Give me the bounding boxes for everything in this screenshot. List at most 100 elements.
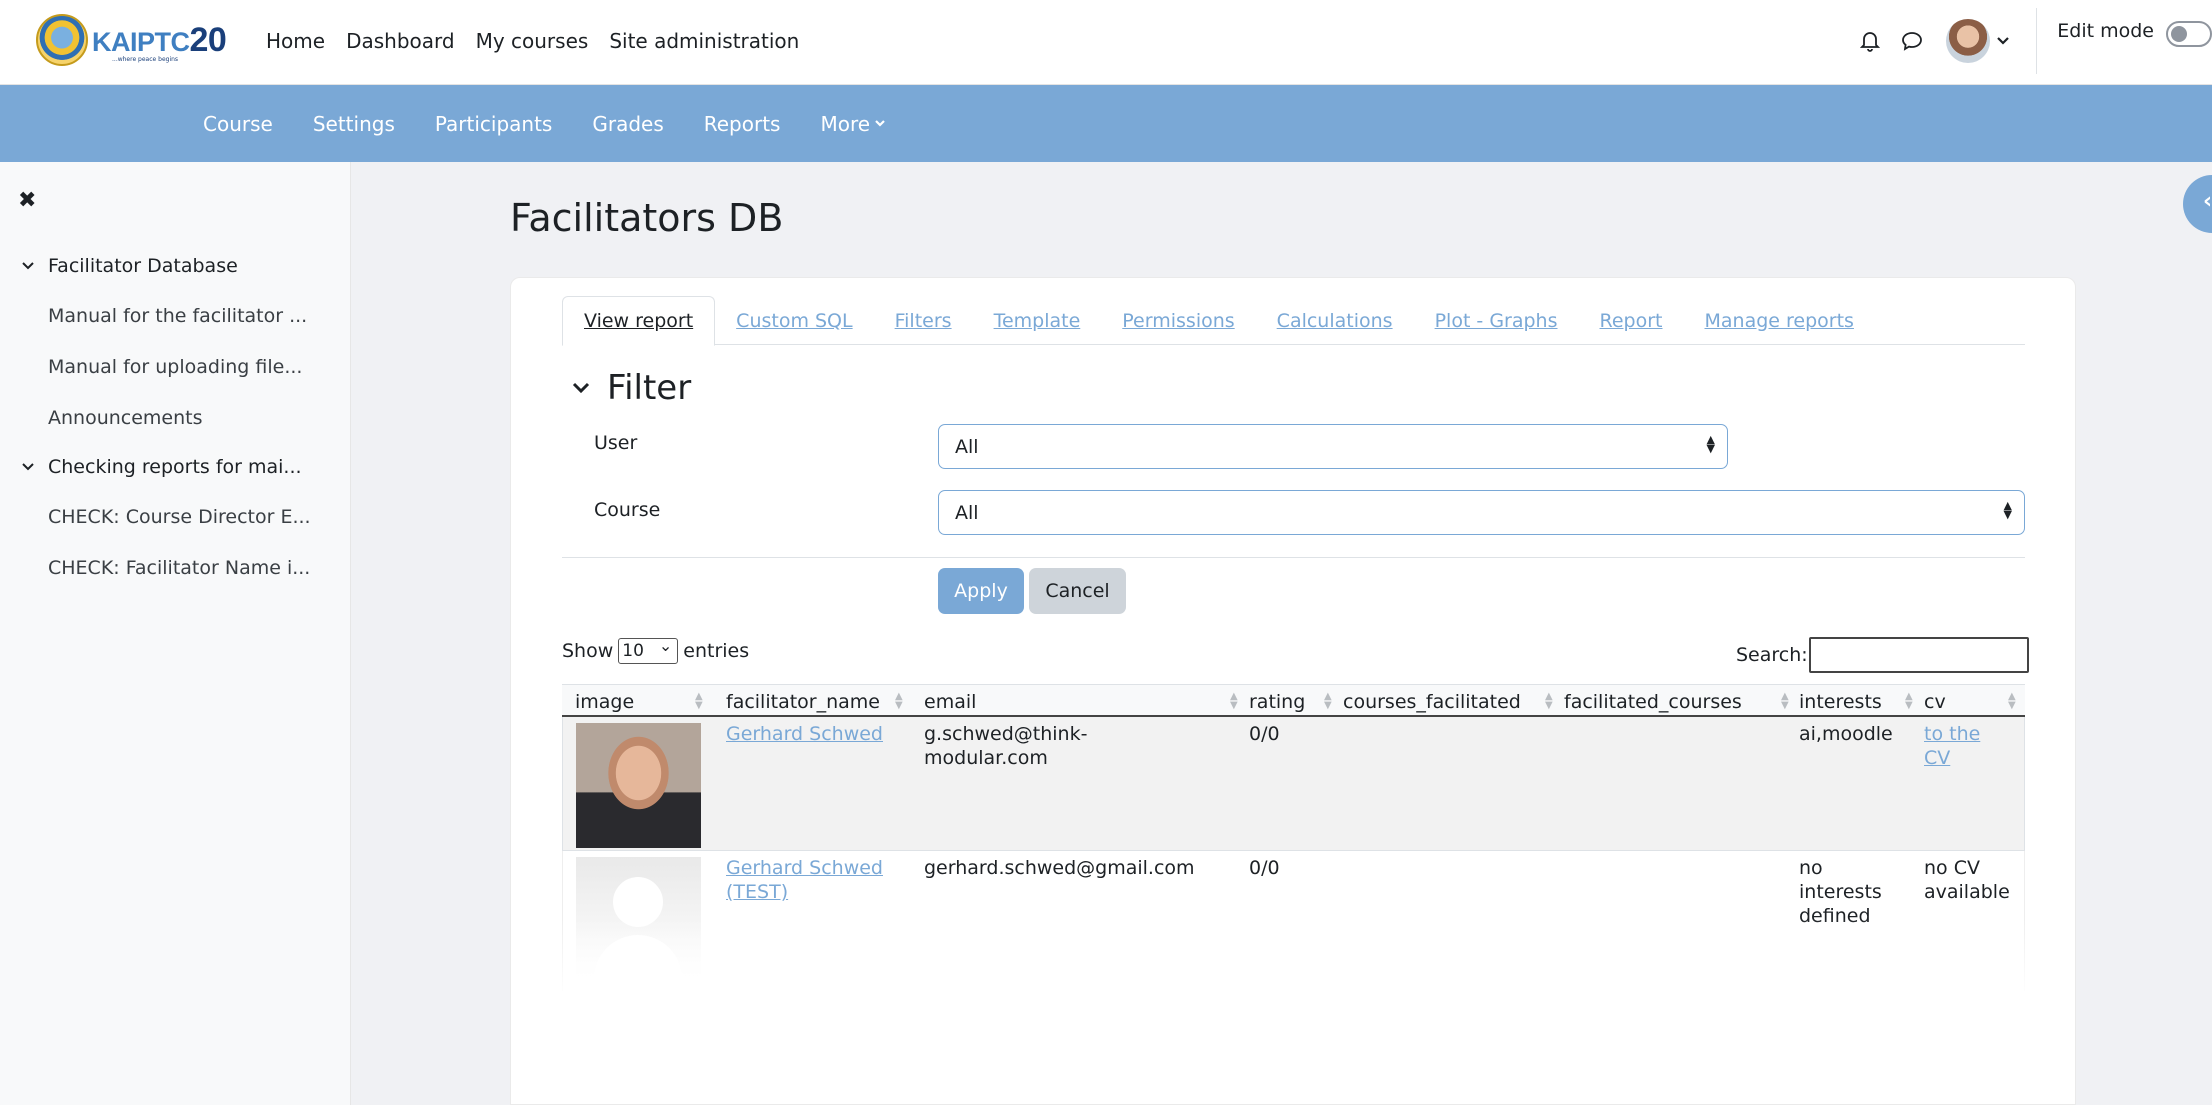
notifications-button[interactable] [1850, 21, 1890, 61]
chat-icon [1902, 32, 1923, 51]
section-facilitator-database[interactable]: Facilitator Database [0, 242, 351, 290]
cancel-button[interactable]: Cancel [1029, 568, 1126, 614]
facilitator-photo [576, 723, 701, 848]
cv-cell: no CV available [1924, 857, 2010, 903]
tab-view-report[interactable]: View report [562, 296, 716, 346]
page-size-control: Show 10 entries [562, 636, 750, 664]
nav-my-courses[interactable]: My courses [476, 29, 589, 53]
filter-divider [562, 557, 2025, 558]
section-title: Facilitator Database [48, 255, 238, 277]
drawer-item[interactable]: CHECK: Course Director E... [0, 491, 351, 542]
section-checking-reports[interactable]: Checking reports for mai... [0, 443, 351, 491]
column-header-image[interactable]: image [575, 685, 634, 718]
sort-icon: ▲ ▼ [2008, 691, 2016, 711]
filter-heading: Filter [607, 368, 692, 408]
tab-manage-reports[interactable]: Manage reports [1684, 296, 1875, 345]
sort-icon: ▲ ▼ [695, 691, 703, 711]
top-navbar: KAIPTC20 ...where peace begins Home Dash… [0, 0, 2212, 85]
chevron-down-icon [22, 463, 34, 471]
logo-tagline: ...where peace begins [112, 56, 179, 63]
column-header-cv[interactable]: cv [1924, 685, 1946, 718]
secnav-participants[interactable]: Participants [435, 112, 552, 136]
user-menu[interactable] [1946, 19, 2010, 63]
secnav-grades[interactable]: Grades [592, 112, 663, 136]
search-label: Search: [1736, 644, 1808, 666]
sort-arrows-icon: ▲ ▼ [1706, 433, 1715, 455]
page-title: Facilitators DB [510, 196, 784, 240]
column-header-facilitator-name[interactable]: facilitator_name [726, 685, 880, 718]
chevron-down-icon [1997, 37, 2010, 45]
avatar [1946, 19, 1991, 63]
section-title: Checking reports for mai... [48, 456, 302, 478]
messages-button[interactable] [1892, 21, 1932, 61]
sort-arrows-icon: ▲ ▼ [2003, 499, 2012, 521]
edit-mode-control: Edit mode [2037, 0, 2212, 82]
column-header-facilitated-courses[interactable]: facilitated_courses [1564, 685, 1742, 718]
sort-icon: ▲ ▼ [1230, 691, 1238, 711]
chevron-left-icon: ‹ [2203, 189, 2212, 214]
nav-dashboard[interactable]: Dashboard [346, 29, 455, 53]
tab-plot-graphs[interactable]: Plot - Graphs [1414, 296, 1579, 345]
secnav-reports[interactable]: Reports [704, 112, 781, 136]
tab-permissions[interactable]: Permissions [1101, 296, 1255, 345]
drawer-item[interactable]: Announcements [0, 392, 351, 443]
logo-wordmark: KAIPTC20 [92, 20, 227, 59]
column-header-email[interactable]: email [924, 685, 976, 718]
apply-button[interactable]: Apply [938, 568, 1024, 614]
edit-mode-label: Edit mode [2057, 20, 2154, 42]
table-search: Search: [1736, 637, 2029, 673]
interests-cell: ai,moodle [1799, 723, 1893, 745]
facilitator-name-link[interactable]: Gerhard Schwed (TEST) [726, 856, 883, 904]
chevron-down-icon [572, 382, 590, 394]
nav-home[interactable]: Home [266, 29, 325, 53]
primary-navigation: Home Dashboard My courses Site administr… [266, 0, 799, 82]
sort-icon: ▲ ▼ [1545, 691, 1553, 711]
tab-custom-sql[interactable]: Custom SQL [715, 296, 873, 345]
sort-icon: ▲ ▼ [1781, 691, 1789, 711]
cv-link[interactable]: to the CV [1924, 722, 1980, 770]
course-filter-select[interactable]: All ▲ ▼ [938, 490, 2025, 535]
tab-filters[interactable]: Filters [874, 296, 973, 345]
tab-report[interactable]: Report [1579, 296, 1684, 345]
bell-icon [1860, 32, 1881, 52]
secnav-more[interactable]: More [820, 112, 886, 136]
drawer-item[interactable]: Manual for uploading file... [0, 341, 351, 392]
secnav-settings[interactable]: Settings [313, 112, 395, 136]
column-header-interests[interactable]: interests [1799, 685, 1882, 718]
user-filter-label: User [594, 432, 638, 454]
facilitator-name-link[interactable]: Gerhard Schwed [726, 722, 883, 746]
sort-icon: ▲ ▼ [895, 691, 903, 711]
sort-icon: ▲ ▼ [1324, 691, 1332, 711]
page-size-select[interactable]: 10 [618, 636, 679, 664]
site-logo[interactable]: KAIPTC20 ...where peace begins [36, 14, 227, 66]
tab-template[interactable]: Template [973, 296, 1102, 345]
search-input[interactable] [1808, 637, 2029, 673]
email-cell: gerhard.schwed@gmail.com [924, 857, 1195, 879]
report-card: View report Custom SQL Filters Template … [510, 277, 2076, 1105]
user-filter-select[interactable]: All ▲ ▼ [938, 424, 1728, 469]
report-tabs: View report Custom SQL Filters Template … [562, 296, 2025, 346]
drawer-item[interactable]: Manual for the facilitator ... [0, 290, 351, 341]
nav-site-administration[interactable]: Site administration [609, 29, 799, 53]
entries-label: entries [683, 640, 750, 662]
drawer-item[interactable]: CHECK: Facilitator Name i... [0, 542, 351, 593]
more-label: More [820, 111, 871, 136]
column-header-rating[interactable]: rating [1249, 685, 1305, 718]
user-controls: Edit mode [1850, 0, 2212, 82]
table-header: image ▲ ▼ facilitator_name ▲ ▼ email ▲ ▼ ra… [562, 684, 2025, 717]
rating-cell: 0/0 [1249, 723, 1280, 745]
course-index-drawer: ✖ Facilitator Database Manual for the fa… [0, 162, 351, 1105]
secnav-course[interactable]: Course [203, 112, 273, 136]
column-header-courses-facilitated[interactable]: courses_facilitated [1343, 685, 1521, 718]
course-filter-value: All [955, 501, 979, 524]
course-index: Facilitator Database Manual for the faci… [0, 242, 351, 593]
tab-calculations[interactable]: Calculations [1256, 296, 1414, 345]
kaiptc-seal-logo [36, 14, 88, 66]
edit-mode-toggle[interactable] [2166, 21, 2212, 47]
page-size-value: 10 [622, 641, 644, 661]
show-label: Show [562, 640, 614, 662]
filter-toggle[interactable]: Filter [571, 368, 691, 408]
block-drawer-toggle[interactable]: ‹ [2183, 175, 2212, 233]
close-icon[interactable]: ✖ [18, 188, 36, 213]
rating-cell: 0/0 [1249, 857, 1280, 879]
